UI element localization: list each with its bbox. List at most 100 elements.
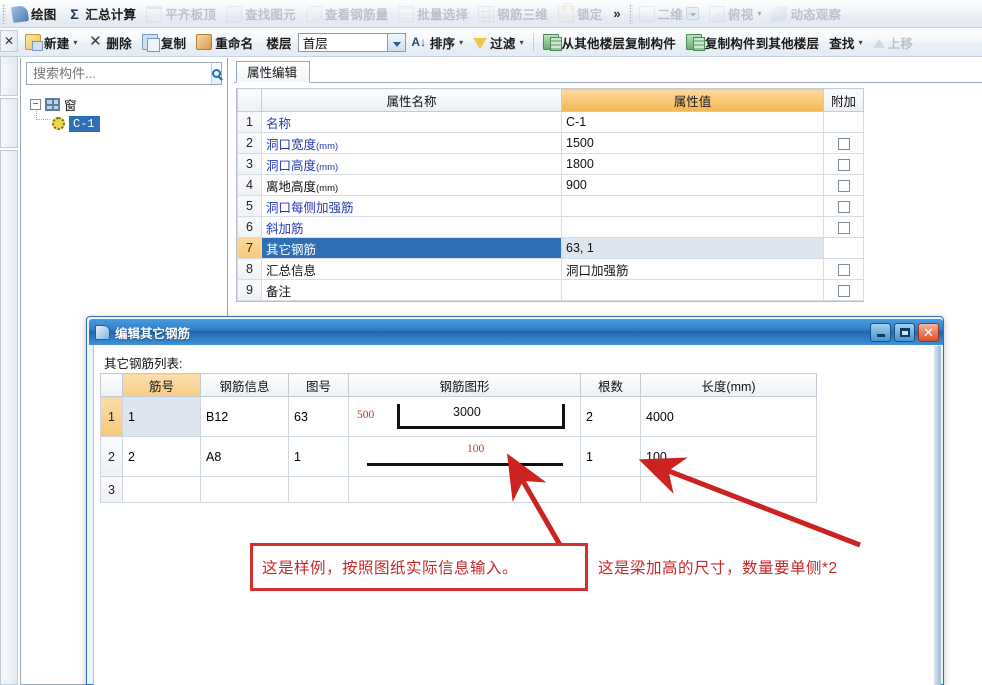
row-count[interactable] <box>580 476 641 503</box>
annotation-box-sample: 这是样例，按照图纸实际信息输入。 <box>250 543 588 591</box>
toolbar-button-rebar-3d[interactable]: 钢筋三维 <box>473 2 553 26</box>
caret-down-icon[interactable]: ▾ <box>757 9 761 18</box>
table-row[interactable]: 6 斜加筋 <box>237 216 864 238</box>
row-bar-no[interactable]: 1 <box>122 396 201 437</box>
minimize-button[interactable] <box>870 322 891 342</box>
attach-checkbox[interactable] <box>837 221 850 234</box>
attach-checkbox[interactable] <box>837 179 850 192</box>
rebar-col-length: 长度(mm) <box>640 373 817 397</box>
row-count[interactable]: 2 <box>580 396 641 437</box>
toolbar-button-find-element[interactable]: 查找图元 <box>221 2 301 26</box>
search-input[interactable] <box>27 65 211 82</box>
caret-down-icon-find[interactable]: ▾ <box>859 38 863 47</box>
tab-property-edit[interactable]: 属性编辑 <box>236 61 311 83</box>
row-property-value[interactable]: C-1 <box>561 111 824 133</box>
toolbar-grip[interactable] <box>2 3 6 24</box>
toolbar-button-delete[interactable]: ✕ 删除 <box>82 30 136 54</box>
table-row[interactable]: 2 2 A8 1 100 1 100 <box>100 436 817 477</box>
row-bar-info[interactable] <box>200 476 289 503</box>
docked-panel-tab-1[interactable] <box>0 56 18 96</box>
row-bar-info[interactable]: B12 <box>200 396 289 437</box>
row-property-value[interactable]: 1500 <box>561 132 824 154</box>
row-length[interactable]: 100 <box>640 436 817 477</box>
row-length[interactable]: 4000 <box>640 396 817 437</box>
caret-down-icon-new[interactable]: ▾ <box>73 38 77 47</box>
toolbar-grip-view[interactable] <box>628 3 633 24</box>
row-bar-no[interactable]: 2 <box>122 436 201 477</box>
toolbar-button-batch-select[interactable]: 批量选择 <box>393 2 473 26</box>
tree-node-c1[interactable]: C-1 <box>30 114 220 133</box>
table-row-selected[interactable]: 7 其它钢筋 63, 1 <box>237 237 864 259</box>
row-bar-info[interactable]: A8 <box>200 436 289 477</box>
table-row[interactable]: 1 名称 C-1 <box>237 111 864 133</box>
attach-checkbox[interactable] <box>837 200 850 213</box>
close-button[interactable]: ✕ <box>918 322 939 342</box>
panel-close-strip[interactable]: ✕ <box>0 30 18 52</box>
row-index: 9 <box>237 279 262 301</box>
row-rebar-shape[interactable] <box>348 476 581 503</box>
toolbar-button-new[interactable]: 新建 ▾ <box>20 30 82 54</box>
floor-select[interactable]: 首层 <box>297 32 388 52</box>
row-count[interactable]: 1 <box>580 436 641 477</box>
table-row[interactable]: 1 1 B12 63 500 3000 2 4000 <box>100 396 817 437</box>
floor-select-chevron-down-icon[interactable] <box>386 32 406 52</box>
dialog-title: 编辑其它钢筋 <box>115 326 191 341</box>
toolbar-button-view-rebar[interactable]: 查看钢筋量 <box>301 2 394 26</box>
tree-node-window[interactable]: − 窗 <box>30 95 220 114</box>
table-row[interactable]: 2 洞口宽度(mm) 1500 <box>237 132 864 154</box>
row-property-value[interactable]: 洞口加强筋 <box>561 258 824 280</box>
docked-panel-tab-2[interactable] <box>0 98 18 148</box>
toolbar-button-summary-calc[interactable]: Σ 汇总计算 <box>61 2 141 26</box>
toolbar-button-orbit[interactable]: 动态观察 <box>766 2 846 26</box>
dialog-title-bar[interactable]: 编辑其它钢筋 ✕ <box>89 319 943 345</box>
tree-expander-icon[interactable]: − <box>30 99 41 110</box>
table-row[interactable]: 3 <box>100 476 817 503</box>
table-row[interactable]: 9 备注 <box>237 279 864 301</box>
toolbar-button-copy-from-other-floor[interactable]: 从其他楼层复制构件 <box>538 30 681 54</box>
maximize-button[interactable] <box>894 322 915 342</box>
toolbar-button-sort[interactable]: A↓ 排序 ▾ <box>406 30 468 54</box>
toolbar-button-rename[interactable]: 重命名 <box>191 30 258 54</box>
row-fig-no[interactable] <box>288 476 349 503</box>
toolbar-button-flush-slab-top[interactable]: 平齐板顶 <box>141 2 221 26</box>
search-button[interactable] <box>211 63 221 84</box>
row-bar-no[interactable] <box>122 476 201 503</box>
row-property-value[interactable]: 63, 1 <box>561 237 824 259</box>
toolbar-button-2d-view[interactable]: 二维 <box>634 2 704 26</box>
row-property-value[interactable] <box>561 216 824 238</box>
row-property-value[interactable] <box>561 279 824 301</box>
row-property-value[interactable]: 900 <box>561 174 824 196</box>
toolbar-button-copy[interactable]: 复制 <box>137 30 191 54</box>
table-row[interactable]: 3 洞口高度(mm) 1800 <box>237 153 864 175</box>
row-property-value[interactable] <box>561 195 824 217</box>
toolbar-button-lock[interactable]: 锁定 <box>553 2 607 26</box>
caret-down-icon-filter[interactable]: ▾ <box>520 38 524 47</box>
close-icon-panel[interactable]: ✕ <box>4 34 14 48</box>
caret-down-icon-sort[interactable]: ▾ <box>459 38 463 47</box>
search-component-box[interactable] <box>26 62 222 85</box>
attach-checkbox[interactable] <box>837 137 850 150</box>
table-row[interactable]: 4 离地高度(mm) 900 <box>237 174 864 196</box>
toolbar-button-draw[interactable]: 绘图 <box>7 2 61 26</box>
row-rebar-shape[interactable]: 100 <box>348 436 581 477</box>
toolbar-button-top-view[interactable]: 俯视 ▾ <box>704 2 766 26</box>
docked-panel-tab-3[interactable] <box>0 150 18 685</box>
row-fig-no[interactable]: 63 <box>288 396 349 437</box>
toolbar-button-filter[interactable]: 过滤 ▾ <box>468 30 528 54</box>
attach-checkbox[interactable] <box>837 158 850 171</box>
rebar-table-container: 筋号 钢筋信息 图号 钢筋图形 根数 长度(mm) 1 1 B12 63 500… <box>100 373 817 503</box>
chevron-down-icon[interactable] <box>686 7 700 20</box>
row-length[interactable] <box>640 476 817 503</box>
toolbar-button-copy-to-other-floor[interactable]: 复制构件到其他楼层 <box>681 30 824 54</box>
row-fig-no[interactable]: 1 <box>288 436 349 477</box>
table-row[interactable]: 5 洞口每侧加强筋 <box>237 195 864 217</box>
toolbar-overflow-button[interactable]: » <box>607 6 626 21</box>
row-rebar-shape[interactable]: 500 3000 <box>348 396 581 437</box>
attach-checkbox[interactable] <box>837 263 850 276</box>
attach-checkbox[interactable] <box>837 284 850 297</box>
toolbar-button-move-up[interactable]: 上移 <box>868 30 918 54</box>
row-property-value[interactable]: 1800 <box>561 153 824 175</box>
table-row[interactable]: 8 汇总信息 洞口加强筋 <box>237 258 864 280</box>
straight-bar-icon <box>367 463 563 466</box>
toolbar-button-find[interactable]: 查找 ▾ <box>824 30 867 54</box>
